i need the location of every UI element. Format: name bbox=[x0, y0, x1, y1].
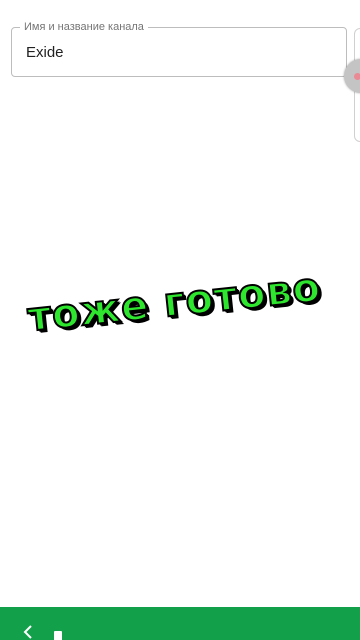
channel-name-value[interactable]: Exide bbox=[26, 44, 64, 62]
screen: Имя и название канала Exide тоже готово bbox=[0, 0, 360, 640]
bottom-action-bar[interactable] bbox=[0, 607, 360, 640]
channel-name-field[interactable]: Имя и название канала Exide bbox=[11, 20, 347, 77]
assistant-dot-icon bbox=[354, 73, 360, 80]
channel-name-label: Имя и название канала bbox=[20, 20, 148, 34]
bottom-bar-partial-glyph bbox=[54, 631, 62, 640]
back-arrow-icon[interactable] bbox=[22, 625, 36, 639]
overlay-caption: тоже готово bbox=[25, 263, 325, 342]
